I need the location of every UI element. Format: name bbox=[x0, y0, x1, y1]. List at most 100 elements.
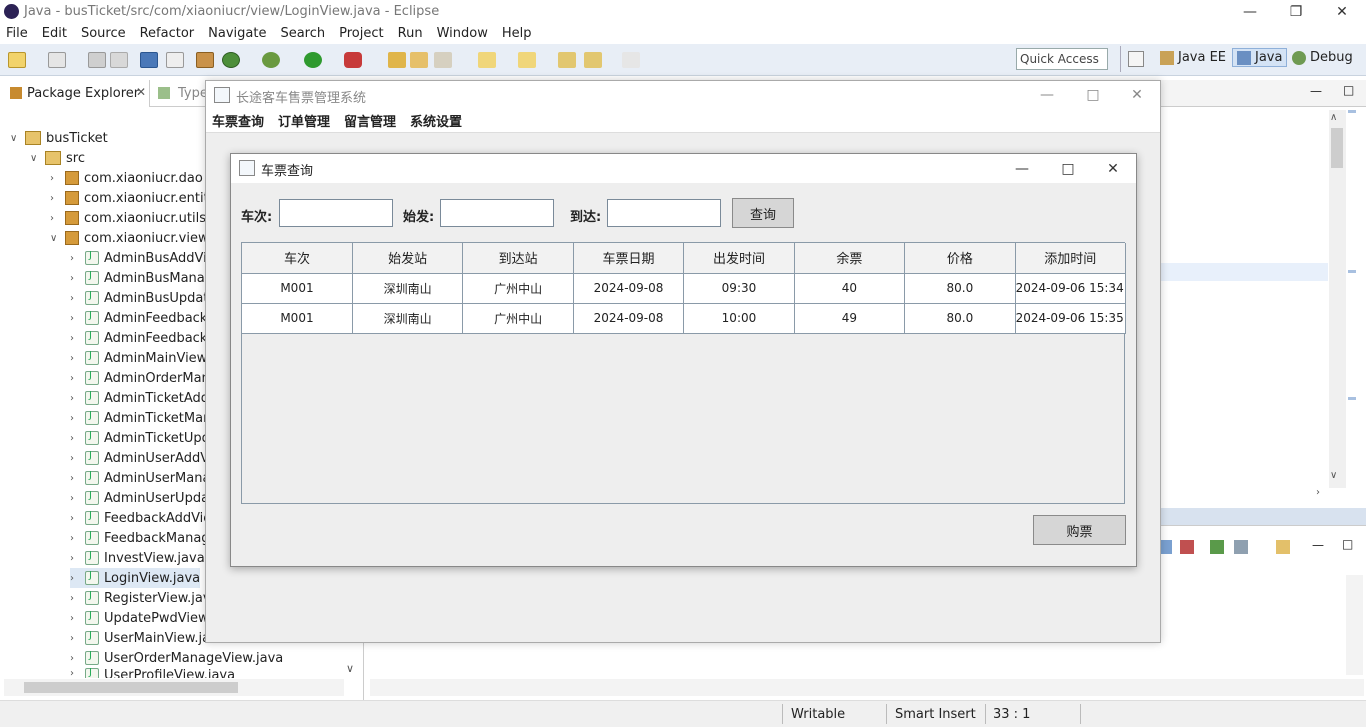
new-icon[interactable] bbox=[8, 52, 26, 68]
close-tab-icon[interactable]: ✕ bbox=[136, 85, 146, 99]
dialog-maximize-button[interactable]: □ bbox=[1045, 157, 1091, 180]
tree-file[interactable]: ›FeedbackAddView bbox=[70, 508, 222, 528]
menu-system-settings[interactable]: 系统设置 bbox=[410, 111, 462, 130]
train-number-input[interactable] bbox=[279, 199, 393, 227]
tree-file[interactable]: ›RegisterView.java bbox=[70, 588, 219, 608]
collapsed-chevron-icon[interactable]: › bbox=[50, 213, 60, 224]
table-cell[interactable]: 深圳南山 bbox=[352, 303, 464, 334]
menu-source[interactable]: Source bbox=[81, 26, 126, 41]
quick-access-input[interactable]: Quick Access bbox=[1016, 48, 1108, 70]
dialog-close-button[interactable]: ✕ bbox=[1090, 157, 1136, 180]
prev-annotation-icon[interactable] bbox=[518, 52, 536, 68]
new-class-icon[interactable] bbox=[48, 52, 66, 68]
tree-package[interactable]: › com.xiaoniucr.dao bbox=[50, 168, 203, 188]
main-close-button[interactable]: ✕ bbox=[1114, 83, 1160, 106]
tree-file-selected[interactable]: ›LoginView.java bbox=[70, 568, 201, 588]
expanded-chevron-icon[interactable]: ∨ bbox=[50, 233, 60, 244]
column-header[interactable]: 余票 bbox=[794, 243, 906, 274]
open-perspective-icon[interactable] bbox=[1128, 51, 1144, 67]
console-hscrollbar[interactable] bbox=[370, 679, 1364, 696]
debug-icon[interactable] bbox=[262, 52, 280, 68]
tree-file[interactable]: ›AdminUserManag bbox=[70, 468, 219, 488]
overview-ruler-marker[interactable] bbox=[1348, 270, 1356, 273]
scroll-right-icon[interactable]: › bbox=[1316, 487, 1320, 498]
tree-file[interactable]: ›AdminOrderMana bbox=[70, 368, 218, 388]
tree-package[interactable]: › com.xiaoniucr.utils bbox=[50, 208, 206, 228]
tree-file[interactable]: ›InvestView.java bbox=[70, 548, 205, 568]
scroll-thumb[interactable] bbox=[24, 682, 238, 693]
display-console-icon[interactable] bbox=[1234, 540, 1248, 554]
menu-window[interactable]: Window bbox=[437, 26, 488, 41]
table-cell[interactable]: 深圳南山 bbox=[352, 273, 464, 304]
pin-console-icon[interactable] bbox=[1210, 540, 1224, 554]
collapsed-chevron-icon[interactable]: › bbox=[50, 173, 60, 184]
refresh-icon[interactable] bbox=[222, 52, 240, 68]
column-header[interactable]: 到达站 bbox=[462, 243, 574, 274]
menu-project[interactable]: Project bbox=[339, 26, 383, 41]
tree-file[interactable]: ›AdminTicketUpda bbox=[70, 428, 218, 448]
tree-project[interactable]: ∨ busTicket bbox=[10, 128, 108, 148]
tree-file[interactable]: ›UserProfileView.java bbox=[70, 668, 235, 678]
maximize-view-icon[interactable]: □ bbox=[1343, 83, 1354, 97]
departure-input[interactable] bbox=[440, 199, 554, 227]
table-cell[interactable]: 40 bbox=[794, 273, 906, 304]
column-header[interactable]: 出发时间 bbox=[683, 243, 795, 274]
back-icon[interactable] bbox=[584, 52, 602, 68]
remove-launches-icon[interactable] bbox=[1180, 540, 1194, 554]
table-cell[interactable]: M001 bbox=[242, 273, 353, 304]
tree-file[interactable]: ›AdminFeedbackM bbox=[70, 308, 219, 328]
dialog-minimize-button[interactable]: — bbox=[999, 157, 1045, 180]
menu-refactor[interactable]: Refactor bbox=[140, 26, 195, 41]
package-hscrollbar[interactable] bbox=[4, 679, 344, 696]
perspective-java-ee[interactable]: Java EE bbox=[1160, 50, 1226, 65]
tree-src[interactable]: ∨ src bbox=[30, 148, 85, 168]
skip-breakpoints-icon[interactable] bbox=[166, 52, 184, 68]
tree-package[interactable]: ∨ com.xiaoniucr.view bbox=[50, 228, 209, 248]
run-icon[interactable] bbox=[304, 52, 322, 68]
package-icon[interactable] bbox=[196, 52, 214, 68]
arrival-input[interactable] bbox=[607, 199, 721, 227]
table-cell[interactable]: 49 bbox=[794, 303, 906, 334]
menu-search[interactable]: Search bbox=[280, 26, 325, 41]
maximize-view-icon[interactable]: □ bbox=[1342, 537, 1353, 551]
tree-file[interactable]: ›AdminBusAddVie bbox=[70, 248, 215, 268]
perspective-java[interactable]: Java bbox=[1232, 48, 1288, 67]
forward-icon[interactable] bbox=[622, 52, 640, 68]
perspective-debug[interactable]: Debug bbox=[1292, 50, 1353, 65]
column-header[interactable]: 车票日期 bbox=[573, 243, 685, 274]
menu-file[interactable]: File bbox=[6, 26, 28, 41]
tree-file[interactable]: ›AdminMainView.j bbox=[70, 348, 214, 368]
table-cell[interactable]: 广州中山 bbox=[462, 303, 574, 334]
menu-order-manage[interactable]: 订单管理 bbox=[278, 111, 330, 130]
tree-file[interactable]: ›AdminFeedbackR bbox=[70, 328, 216, 348]
table-cell[interactable]: 09:30 bbox=[683, 273, 795, 304]
column-header[interactable]: 始发站 bbox=[352, 243, 464, 274]
restore-button[interactable]: ❐ bbox=[1273, 0, 1319, 23]
last-edit-icon[interactable] bbox=[558, 52, 576, 68]
overview-ruler-marker[interactable] bbox=[1348, 110, 1356, 113]
save-all-icon[interactable] bbox=[110, 52, 128, 68]
menu-ticket-query[interactable]: 车票查询 bbox=[212, 111, 264, 130]
tree-file[interactable]: ›AdminBusUpdate bbox=[70, 288, 216, 308]
close-button[interactable]: ✕ bbox=[1319, 0, 1365, 23]
scroll-down-icon[interactable]: ∨ bbox=[346, 662, 354, 675]
collapsed-chevron-icon[interactable]: › bbox=[50, 193, 60, 204]
main-maximize-button[interactable]: □ bbox=[1070, 83, 1116, 106]
tree-file[interactable]: ›AdminBusManag bbox=[70, 268, 213, 288]
table-cell[interactable]: 2024-09-06 15:34... bbox=[1015, 273, 1127, 304]
next-annotation-icon[interactable] bbox=[478, 52, 496, 68]
expanded-chevron-icon[interactable]: ∨ bbox=[10, 133, 20, 144]
table-row[interactable]: M001 深圳南山 广州中山 2024-09-08 10:00 49 80.0 … bbox=[242, 303, 1127, 334]
query-button[interactable]: 查询 bbox=[732, 198, 794, 228]
buy-ticket-button[interactable]: 购票 bbox=[1033, 515, 1126, 545]
pen-icon[interactable] bbox=[434, 52, 452, 68]
menu-message-manage[interactable]: 留言管理 bbox=[344, 111, 396, 130]
table-cell[interactable]: 2024-09-08 bbox=[573, 303, 685, 334]
minimize-view-icon[interactable]: — bbox=[1310, 84, 1322, 98]
minimize-button[interactable]: — bbox=[1227, 0, 1273, 23]
overview-ruler-marker[interactable] bbox=[1348, 397, 1356, 400]
menu-edit[interactable]: Edit bbox=[42, 26, 67, 41]
tab-package-explorer[interactable]: Package Explorer bbox=[27, 86, 139, 101]
main-minimize-button[interactable]: — bbox=[1024, 83, 1070, 106]
scroll-thumb[interactable] bbox=[1331, 128, 1343, 168]
